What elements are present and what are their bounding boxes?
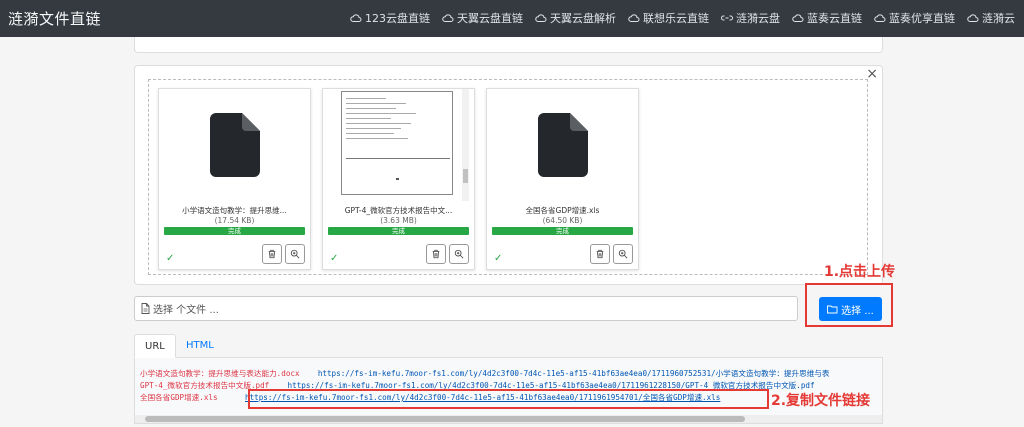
zoom-button[interactable] [613, 244, 633, 264]
preview-scrollbar[interactable] [462, 89, 469, 201]
nav-link-lenovo[interactable]: 联想乐云直链 [628, 10, 709, 26]
cloud-icon [792, 14, 804, 22]
zoom-in-icon [618, 249, 628, 259]
delete-button[interactable] [426, 244, 446, 264]
file-size: (17.54 KB) [214, 216, 255, 225]
file-icon [537, 113, 588, 177]
file-outline-icon [141, 303, 150, 314]
link-icon [721, 15, 733, 21]
file-icon [209, 113, 260, 177]
nav-link-label: 123云盘直链 [365, 12, 430, 25]
nav-links: 123云盘直链 天翼云盘直链 天翼云盘解析 联想乐云直链 涟漪云盘 蓝奏云直链 … [350, 10, 1015, 26]
preview-area: 小学语文造句教学：提升思维... (17.54 KB) 完成 ✓ GPT-4_微… [148, 79, 868, 275]
check-icon: ✓ [166, 253, 175, 264]
cloud-icon [628, 14, 640, 22]
highlight-box-upload [805, 283, 893, 327]
file-size: (64.50 KB) [542, 216, 583, 225]
cloud-icon [350, 14, 362, 22]
zoom-in-icon [454, 249, 464, 259]
link-row: 小学语文造句教学：提升思维与表达能力.docx https://fs-im-ke… [140, 368, 830, 379]
trash-icon [596, 249, 604, 259]
link-file-name: 全国各省GDP增速.xls [140, 393, 218, 402]
nav-link-label: 天翼云盘解析 [550, 12, 616, 25]
nav-link-tianyi[interactable]: 天翼云盘直链 [442, 10, 523, 26]
progress-bar: 完成 [164, 227, 305, 235]
document-page [341, 91, 453, 195]
tab-url[interactable]: URL [134, 334, 176, 358]
top-card [134, 37, 883, 53]
nav-link-label: 蓝奏云直链 [807, 12, 862, 25]
nav-link-label: 联想乐云直链 [643, 12, 709, 25]
nav-link-lanzou[interactable]: 蓝奏云直链 [792, 10, 862, 26]
annotation-step1: 1.点击上传 [824, 264, 896, 280]
file-card: 小学语文造句教学：提升思维... (17.54 KB) 完成 ✓ [158, 88, 311, 270]
nav-link-label: 涟漪云盘 [736, 12, 780, 25]
zoom-button[interactable] [285, 244, 305, 264]
file-name: GPT-4_微软官方技术报告中文... [344, 206, 453, 215]
trash-icon [432, 249, 440, 259]
document-preview [323, 89, 469, 201]
file-input[interactable]: 选择 个文件 ... [134, 296, 798, 321]
delete-button[interactable] [590, 244, 610, 264]
horizontal-scrollbar[interactable] [135, 415, 882, 423]
trash-icon [268, 249, 276, 259]
progress-bar: 完成 [492, 227, 633, 235]
brand-title[interactable]: 涟漪文件直链 [8, 8, 101, 29]
zoom-button[interactable] [449, 244, 469, 264]
cloud-icon [535, 14, 547, 22]
cloud-icon [874, 14, 886, 22]
file-input-placeholder: 选择 个文件 ... [153, 305, 219, 316]
upload-drop-zone[interactable]: × 小学语文造句教学：提升思维... (17.54 KB) 完成 ✓ GPT-4… [134, 65, 883, 285]
tab-html[interactable]: HTML [176, 334, 224, 358]
file-size: (3.63 MB) [380, 216, 417, 225]
nav-link-label: 蓝奏优享直链 [889, 12, 955, 25]
highlight-box-link [248, 389, 769, 409]
nav-link-tianyi-parse[interactable]: 天翼云盘解析 [535, 10, 616, 26]
link-format-tabs: URL HTML [134, 334, 883, 358]
zoom-in-icon [290, 249, 300, 259]
nav-link-label: 天翼云盘直链 [457, 12, 523, 25]
file-card: GPT-4_微软官方技术报告中文... (3.63 MB) 完成 ✓ [322, 88, 475, 270]
nav-link-lianyi-pan[interactable]: 涟漪云盘 [721, 10, 780, 26]
close-icon[interactable]: × [866, 66, 878, 82]
link-url[interactable]: https://fs-im-kefu.7moor-fs1.com/ly/4d2c… [318, 369, 830, 378]
file-thumbnail [487, 89, 638, 201]
progress-bar: 完成 [328, 227, 469, 235]
file-name: 全国各省GDP增速.xls [525, 206, 600, 215]
cloud-icon [442, 14, 454, 22]
nav-link-123[interactable]: 123云盘直链 [350, 10, 430, 26]
delete-button[interactable] [262, 244, 282, 264]
check-icon: ✓ [330, 253, 339, 264]
navbar: 涟漪文件直链 123云盘直链 天翼云盘直链 天翼云盘解析 联想乐云直链 涟漪云盘… [0, 0, 1024, 37]
nav-link-lanzou-youxiang[interactable]: 蓝奏优享直链 [874, 10, 955, 26]
annotation-step2: 2.复制文件链接 [771, 393, 871, 409]
nav-link-label: 涟漪云 [982, 12, 1015, 25]
link-file-name: 小学语文造句教学：提升思维与表达能力.docx [140, 369, 300, 378]
file-thumbnail [159, 89, 310, 201]
cloud-icon [967, 14, 979, 22]
check-icon: ✓ [494, 253, 503, 264]
file-name: 小学语文造句教学：提升思维... [182, 206, 287, 215]
file-card: 全国各省GDP增速.xls (64.50 KB) 完成 ✓ [486, 88, 639, 270]
nav-link-lianyi-cloud[interactable]: 涟漪云 [967, 10, 1015, 26]
